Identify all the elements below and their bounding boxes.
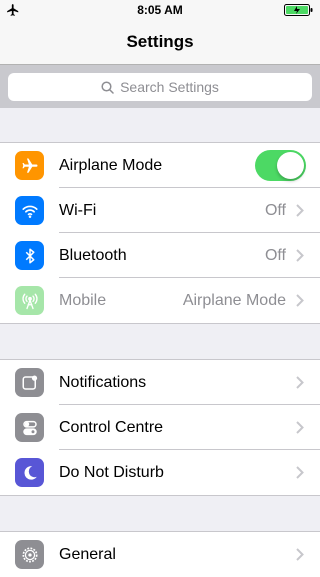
settings-row-bluetooth[interactable]: Bluetooth Off [0,233,320,278]
section-spacer [0,495,320,532]
chevron-right-icon [296,204,304,217]
battery-icon [284,4,313,16]
search-icon [101,80,114,94]
search-placeholder: Search Settings [120,79,219,95]
chevron-right-icon [296,376,304,389]
nav-bar: Settings [0,20,320,64]
chevron-right-icon [296,466,304,479]
section-spacer [0,108,320,143]
search-area: Search Settings [0,64,320,108]
settings-row-control-centre[interactable]: Control Centre [0,405,320,450]
chevron-right-icon [296,294,304,307]
search-input[interactable]: Search Settings [8,73,312,101]
row-label: Mobile [59,291,107,309]
row-label: Notifications [59,373,147,391]
settings-row-airplane-mode[interactable]: Airplane Mode [0,143,320,188]
connectivity-group: Airplane Mode Wi-Fi Off Bluetooth Off Mo… [0,143,320,323]
airplane-mode-toggle[interactable] [255,150,306,181]
section-spacer [0,323,320,360]
airplane-icon [15,151,44,180]
settings-row-do-not-disturb[interactable]: Do Not Disturb [0,450,320,495]
row-value: Off [264,246,286,264]
chevron-right-icon [296,548,304,561]
settings-row-notifications[interactable]: Notifications [0,360,320,405]
row-label: Control Centre [59,418,164,436]
control-centre-icon [15,413,44,442]
row-value: Airplane Mode [182,291,286,309]
status-time: 8:05 AM [137,3,183,17]
settings-row-mobile[interactable]: Mobile Airplane Mode [0,278,320,323]
general-group: General [0,532,320,577]
status-bar: 8:05 AM [0,0,320,20]
row-label: Airplane Mode [59,156,163,174]
antenna-icon [15,286,44,315]
row-label: Do Not Disturb [59,463,164,481]
chevron-right-icon [296,249,304,262]
moon-icon [15,458,44,487]
settings-row-general[interactable]: General [0,532,320,577]
settings-row-wifi[interactable]: Wi-Fi Off [0,188,320,233]
row-value: Off [264,201,286,219]
system-group: Notifications Control Centre Do Not Dist… [0,360,320,495]
wifi-icon [15,196,44,225]
row-label: Wi-Fi [59,201,97,219]
row-label: General [59,545,116,563]
bluetooth-icon [15,241,44,270]
gear-icon [15,540,44,569]
row-label: Bluetooth [59,246,127,264]
page-title: Settings [126,32,194,51]
notifications-icon [15,368,44,397]
chevron-right-icon [296,421,304,434]
